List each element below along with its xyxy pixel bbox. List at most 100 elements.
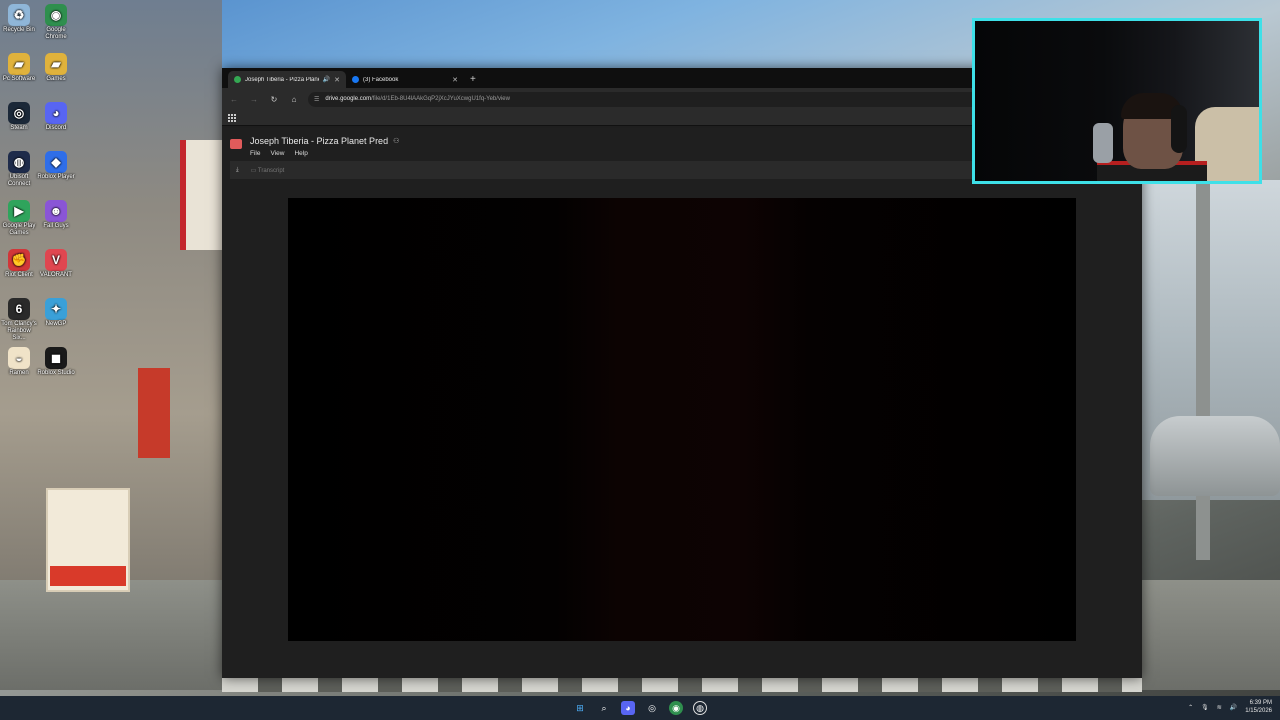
home-icon[interactable]: ⌂ [288, 95, 300, 104]
desktop-icon-label: Fall Guys [43, 223, 69, 229]
tab-facebook[interactable]: (3) Facebook ✕ [346, 71, 464, 88]
desktop-icon-label: Roblox Studio [37, 370, 75, 376]
wallpaper-vertical-banner [138, 368, 170, 458]
wallpaper-crosswalk [222, 678, 1142, 692]
menu-view[interactable]: View [270, 150, 284, 157]
address-bar[interactable]: ☰ drive.google.com/file/d/1Eb-8U4lAAkGqP… [308, 91, 1048, 107]
desktop-icon[interactable]: ◉ Google Chrome [37, 4, 75, 41]
system-tray: ⌃ 🎙 ≋ 🔊 6:39 PM 1/15/2026 [1188, 699, 1272, 715]
wallpaper-poster-band [50, 566, 126, 586]
desktop-icon-label: Riot Client [5, 272, 33, 278]
wallpaper-shop-sign [180, 140, 222, 250]
desktop-icon-label: Recycle Bin [3, 27, 35, 33]
chrome-icon[interactable]: ◉ [669, 701, 683, 715]
desktop-icon[interactable]: 6 Tom Clancy's Rainbow Six... [0, 298, 38, 342]
google-drive-favicon-icon [234, 76, 241, 83]
desktop-icon[interactable]: ◒ Ramen [0, 347, 38, 377]
app-icon: ☻ [45, 200, 67, 222]
app-icon: ◉ [45, 4, 67, 26]
shared-icon: ⚇ [393, 138, 400, 145]
transcript-icon: ▭ [250, 167, 257, 174]
close-tab-icon[interactable]: ✕ [334, 76, 340, 84]
desktop-icon-label: Google Play Games [2, 223, 36, 236]
transcript-button[interactable]: ▭ Transcript [251, 167, 285, 174]
steam-icon[interactable]: ◎ [645, 701, 659, 715]
app-icon: ◍ [8, 151, 30, 173]
tab-title: Joseph Tiberia - Pizza Planet [245, 76, 319, 83]
speaker-icon[interactable]: 🔊 [323, 76, 330, 83]
clock-date: 1/15/2026 [1245, 708, 1272, 714]
desktop-icon[interactable]: V VALORANT [37, 249, 75, 279]
taskbar-apps: ⊞ ⌕ ◕ ◎ ◉ ◍ [573, 701, 707, 715]
file-title: Joseph Tiberia - Pizza Planet Pred ⚇ [250, 136, 400, 146]
desktop-icon-label: Roblox Player [37, 174, 75, 180]
facebook-favicon-icon [352, 76, 359, 83]
app-icon: ♻ [8, 4, 30, 26]
close-tab-icon[interactable]: ✕ [452, 76, 458, 84]
url-host: drive.google.com [325, 96, 372, 102]
app-icon: ◆ [45, 151, 67, 173]
app-icon: ▰ [8, 53, 30, 75]
desktop-icon-label: NewGP [45, 321, 67, 327]
app-icon: ▶ [8, 200, 30, 222]
microphone-tray-icon[interactable]: 🎙 [1201, 704, 1209, 711]
chevron-up-icon[interactable]: ⌃ [1188, 704, 1193, 711]
desktop-icon[interactable]: ◕ Discord [37, 102, 75, 132]
discord-icon[interactable]: ◕ [621, 701, 635, 715]
download-icon[interactable]: ⤓ [236, 167, 239, 174]
forward-arrow-icon[interactable]: → [248, 95, 260, 104]
desktop-icon[interactable]: ▶ Google Play Games [0, 200, 38, 237]
desktop-icon[interactable]: ▰ Games [37, 53, 75, 83]
windows-start-icon[interactable]: ⊞ [573, 701, 587, 715]
taskbar: ⊞ ⌕ ◕ ◎ ◉ ◍ ⌃ 🎙 ≋ 🔊 6:39 PM 1/15/2026 [0, 696, 1280, 720]
app-icon: ✊ [8, 249, 30, 271]
desktop-icon-label: VALORANT [40, 272, 72, 278]
volume-icon[interactable]: 🔊 [1230, 704, 1237, 711]
desktop-icon[interactable]: ◼ Roblox Studio [37, 347, 75, 377]
desktop-icon[interactable]: ▰ Pc Software [0, 53, 38, 83]
desktop-icon-label: Games [46, 76, 66, 82]
video-player[interactable] [288, 198, 1076, 641]
desktop-icon[interactable]: ✦ NewGP [37, 298, 75, 328]
tab-drive-video[interactable]: Joseph Tiberia - Pizza Planet 🔊 ✕ [228, 71, 346, 88]
desktop-icon[interactable]: ◎ Steam [0, 102, 38, 132]
desktop-icon-label: Ubisoft Connect [7, 174, 31, 187]
apps-grid-icon[interactable] [228, 113, 236, 122]
clock-time: 6:39 PM [1249, 700, 1272, 706]
headset-icon [1171, 105, 1187, 153]
new-tab-button[interactable]: + [470, 74, 476, 85]
app-icon: ◕ [45, 102, 67, 124]
microphone-icon [1093, 123, 1113, 163]
wallpaper-car [1150, 416, 1280, 496]
site-info-icon[interactable]: ☰ [314, 96, 319, 103]
app-icon: ◼ [45, 347, 67, 369]
desktop-icon[interactable]: ✊ Riot Client [0, 249, 38, 279]
desktop-icon[interactable]: ☻ Fall Guys [37, 200, 75, 230]
desktop-icon[interactable]: ♻ Recycle Bin [0, 4, 38, 34]
menu-help[interactable]: Help [294, 150, 307, 157]
webcam-overlay [972, 18, 1262, 184]
wallpaper-utility-pole [1196, 180, 1210, 560]
back-arrow-icon[interactable]: ← [228, 95, 240, 104]
search-icon[interactable]: ⌕ [597, 701, 611, 715]
clock[interactable]: 6:39 PM 1/15/2026 [1245, 699, 1272, 715]
app-icon: ◒ [8, 347, 30, 369]
desktop-icon[interactable]: ◍ Ubisoft Connect [0, 151, 38, 188]
desktop-icon-label: Discord [45, 125, 67, 131]
menu-file[interactable]: File [250, 150, 260, 157]
app-icon: ✦ [45, 298, 67, 320]
desktop-icon-label: Ramen [9, 370, 29, 376]
tab-title: (3) Facebook [363, 76, 399, 83]
app-icon: ◎ [8, 102, 30, 124]
drive-viewer: Joseph Tiberia - Pizza Planet Pred ⚇ Fil… [222, 128, 1142, 678]
wifi-icon[interactable]: ≋ [1217, 704, 1222, 711]
app-icon: V [45, 249, 67, 271]
desktop-icon-label: Pc Software [2, 76, 36, 82]
app-icon: 6 [8, 298, 30, 320]
desktop-icon[interactable]: ◆ Roblox Player [37, 151, 75, 181]
url-path: /file/d/1Eb-8U4lAAkGqP2jXcJYuXcwgU1fq-Ye… [371, 96, 510, 102]
reload-icon[interactable]: ↻ [268, 95, 280, 104]
obs-icon[interactable]: ◍ [693, 701, 707, 715]
drive-menu: File View Help [250, 150, 399, 157]
desktop-icon-label: Google Chrome [45, 27, 67, 40]
